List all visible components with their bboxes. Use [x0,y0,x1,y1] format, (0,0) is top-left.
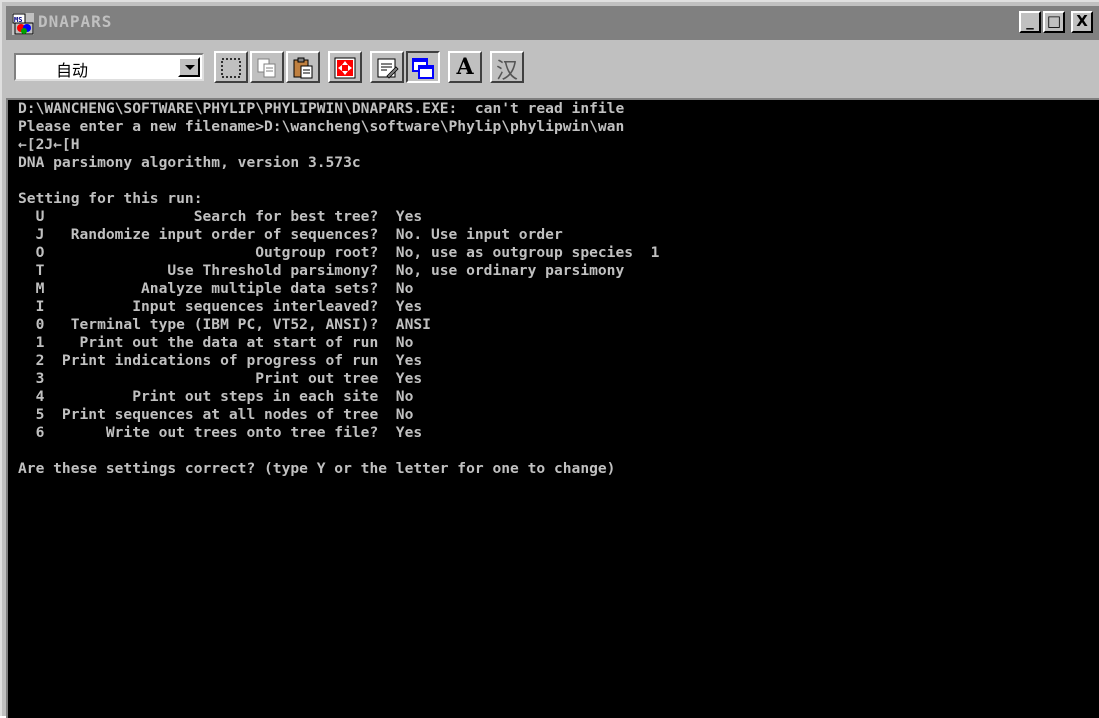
font-size-select-value: 自动 [56,61,89,80]
copy-button[interactable] [250,51,284,83]
full-screen-icon [334,57,356,79]
chevron-down-icon[interactable] [178,57,200,77]
paste-button[interactable] [286,51,320,83]
msdos-app-icon: MS [12,13,34,35]
properties-button[interactable] [370,51,404,83]
console-line: 4 Print out steps in each site No [18,388,414,405]
ime-button[interactable]: 汉 [490,51,524,84]
console-line: 5 Print sequences at all nodes of tree N… [18,406,414,423]
console-line: Are these settings correct? (type Y or t… [18,460,616,477]
console-line: Please enter a new filename>D:\wancheng\… [18,118,625,135]
console-line: T Use Threshold parsimony? No, use ordin… [18,262,625,279]
console-output[interactable]: D:\WANCHENG\SOFTWARE\PHYLIP\PHYLIPWIN\DN… [6,98,1099,718]
console-line: U Search for best tree? Yes [18,208,423,225]
paste-icon [293,57,313,79]
console-line: I Input sequences interleaved? Yes [18,298,423,315]
copy-icon [257,58,276,78]
background-window-icon [412,58,434,79]
console-line: 6 Write out trees onto tree file? Yes [18,424,423,441]
console-line: 0 Terminal type (IBM PC, VT52, ANSI)? AN… [18,316,431,333]
font-button-label: A [456,54,474,80]
toolbar: 自动 A 汉 [6,42,1099,94]
minimize-button[interactable]: _ [1019,11,1041,33]
console-line: O Outgroup root? No, use as outgroup spe… [18,244,660,261]
console-line: 1 Print out the data at start of run No [18,334,414,351]
console-line: ←[2J←[H [18,136,80,153]
full-screen-button[interactable] [328,51,362,83]
background-button[interactable] [406,51,440,83]
console-line: 3 Print out tree Yes [18,370,423,387]
console-line: M Analyze multiple data sets? No [18,280,414,297]
console-line: D:\WANCHENG\SOFTWARE\PHYLIP\PHYLIPWIN\DN… [18,100,625,117]
console-line: J Randomize input order of sequences? No… [18,226,563,243]
properties-icon [377,58,399,79]
ime-button-label: 汉 [495,59,518,84]
font-size-select[interactable]: 自动 [14,53,204,81]
mark-selection-icon [221,58,241,78]
console-line: 2 Print indications of progress of run Y… [18,352,423,369]
window-title: DNAPARS [38,12,113,31]
dnapars-console-window: MS DNAPARS _ □ X 自动 A 汉 D:\WANCHENG\SOFT… [0,0,1099,718]
console-line: Setting for this run: [18,190,203,207]
title-bar[interactable]: MS DNAPARS _ □ X [6,6,1099,40]
close-button[interactable]: X [1071,11,1093,33]
console-line: DNA parsimony algorithm, version 3.573c [18,154,361,171]
maximize-button[interactable]: □ [1043,11,1065,33]
mark-button[interactable] [214,51,248,83]
font-button[interactable]: A [448,51,482,83]
